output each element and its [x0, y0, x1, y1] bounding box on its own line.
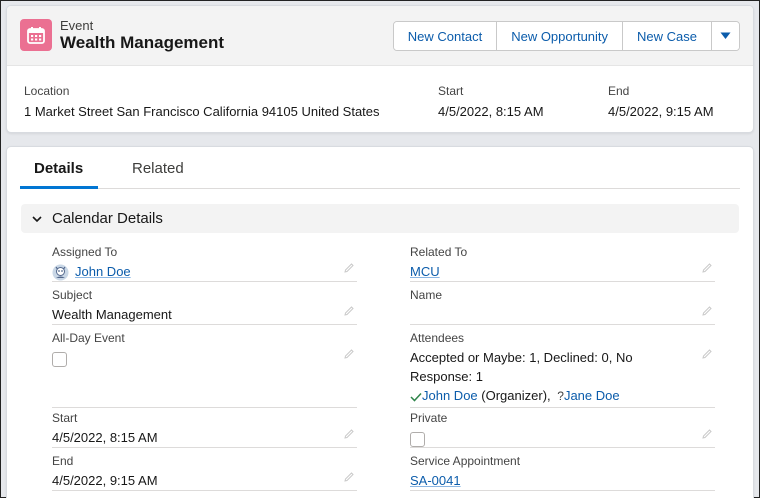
start-label: Start	[438, 84, 464, 98]
record-title: Wealth Management	[60, 33, 225, 52]
pencil-icon[interactable]	[343, 428, 355, 440]
all-day-checkbox[interactable]	[52, 352, 67, 367]
attendees-summary: Accepted or Maybe: 1, Declined: 0, No	[410, 350, 633, 365]
private-checkbox[interactable]	[410, 432, 425, 447]
tab-related[interactable]: Related	[132, 160, 184, 177]
field-label: Subject	[52, 288, 93, 302]
detail-card: Details Related Calendar Details Assigne…	[6, 146, 754, 498]
attendee-list: John Doe (Organizer), ?Jane Doe	[410, 386, 633, 406]
highlight-location: Location 1 Market Street San Francisco C…	[24, 84, 380, 119]
field-label: End	[52, 454, 74, 468]
field-value-wrapper: John Doe	[52, 264, 131, 281]
record-header: Event Wealth Management New Contact New …	[6, 5, 754, 133]
header-title-bar: Event Wealth Management New Contact New …	[7, 6, 753, 66]
pencil-icon[interactable]	[701, 262, 713, 274]
more-actions-button[interactable]	[712, 22, 739, 50]
question-icon: ?	[557, 389, 564, 403]
subject-value: Wealth Management	[52, 307, 172, 322]
end-label: End	[608, 84, 630, 98]
field-private: Private	[410, 408, 715, 448]
section-calendar-details[interactable]: Calendar Details	[21, 204, 739, 233]
start-value: 4/5/2022, 8:15 AM	[438, 104, 544, 119]
related-to-link[interactable]: MCU	[410, 264, 440, 279]
location-label: Location	[24, 84, 70, 98]
new-contact-button[interactable]: New Contact	[393, 22, 498, 50]
pencil-icon[interactable]	[343, 262, 355, 274]
organizer-link[interactable]: John Doe	[422, 388, 478, 403]
tab-bar: Details Related	[20, 147, 740, 189]
pencil-icon[interactable]	[343, 471, 355, 483]
field-subject: Subject Wealth Management	[52, 285, 357, 325]
location-value: 1 Market Street San Francisco California…	[24, 104, 380, 119]
highlight-end: End 4/5/2022, 9:15 AM	[608, 84, 714, 119]
field-label: Attendees	[410, 331, 465, 345]
field-attendees: Attendees Accepted or Maybe: 1, Declined…	[410, 328, 715, 408]
end-field-value: 4/5/2022, 9:15 AM	[52, 473, 158, 488]
field-service-appointment: Service Appointment SA-0041	[410, 451, 715, 491]
calendar-icon	[20, 19, 52, 51]
attendees-value: Accepted or Maybe: 1, Declined: 0, No Re…	[410, 348, 633, 406]
action-button-group: New Contact New Opportunity New Case	[392, 21, 740, 51]
avatar	[52, 264, 69, 281]
field-label: All-Day Event	[52, 331, 125, 345]
field-end: End 4/5/2022, 9:15 AM	[52, 451, 357, 491]
organizer-suffix: (Organizer),	[481, 388, 551, 403]
field-all-day-event: All-Day Event	[52, 328, 357, 408]
highlight-start: Start 4/5/2022, 8:15 AM	[438, 84, 544, 119]
chevron-down-icon	[720, 32, 731, 39]
field-label: Private	[410, 411, 448, 425]
field-start: Start 4/5/2022, 8:15 AM	[52, 408, 357, 448]
pencil-icon[interactable]	[343, 305, 355, 317]
service-appointment-link[interactable]: SA-0041	[410, 473, 461, 488]
assigned-to-link[interactable]: John Doe	[75, 264, 131, 279]
pencil-icon[interactable]	[343, 348, 355, 360]
end-value: 4/5/2022, 9:15 AM	[608, 104, 714, 119]
field-label: Start	[52, 411, 78, 425]
section-title: Calendar Details	[52, 210, 163, 227]
attendees-summary-cont: Response: 1	[410, 369, 483, 384]
new-opportunity-button[interactable]: New Opportunity	[497, 22, 624, 50]
field-related-to: Related To MCU	[410, 242, 715, 282]
tab-details[interactable]: Details	[34, 160, 83, 177]
object-type-label: Event	[60, 18, 94, 33]
field-assigned-to: Assigned To John Doe	[52, 242, 357, 282]
chevron-down-icon	[31, 213, 43, 225]
attendee-link[interactable]: Jane Doe	[564, 388, 620, 403]
field-label: Name	[410, 288, 443, 302]
check-icon	[410, 392, 422, 402]
field-label: Service Appointment	[410, 454, 521, 468]
field-label: Assigned To	[52, 245, 118, 259]
tab-details-label: Details	[34, 160, 84, 177]
pencil-icon[interactable]	[701, 348, 713, 360]
pencil-icon[interactable]	[701, 305, 713, 317]
active-tab-indicator	[20, 186, 98, 189]
pencil-icon[interactable]	[701, 428, 713, 440]
field-label: Related To	[410, 245, 468, 259]
new-case-button[interactable]: New Case	[623, 22, 712, 50]
start-field-value: 4/5/2022, 8:15 AM	[52, 430, 158, 445]
tab-related-label: Related	[132, 160, 184, 177]
field-name: Name	[410, 285, 715, 325]
